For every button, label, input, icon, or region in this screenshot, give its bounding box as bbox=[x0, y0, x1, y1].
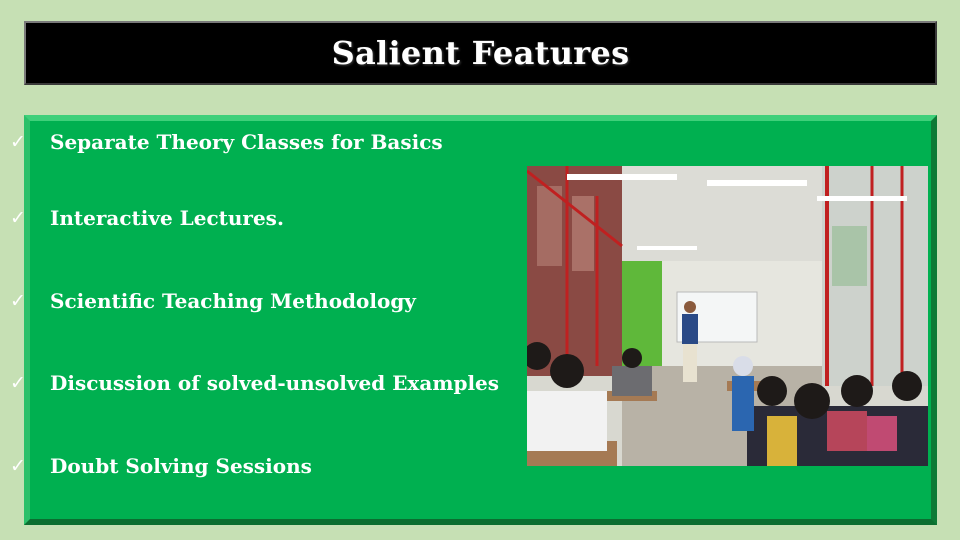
feature-label: Discussion of solved-unsolved Examples bbox=[50, 371, 500, 395]
feature-item: ✓ Interactive Lectures. bbox=[10, 206, 284, 230]
checkmark-icon: ✓ bbox=[10, 207, 26, 229]
feature-item: ✓ Separate Theory Classes for Basics bbox=[10, 130, 443, 154]
slide-title: Salient Features bbox=[331, 34, 630, 72]
title-bar: Salient Features bbox=[24, 21, 937, 85]
feature-item: ✓ Doubt Solving Sessions bbox=[10, 454, 312, 478]
feature-item: ✓ Scientific Teaching Methodology bbox=[10, 289, 416, 313]
checkmark-icon: ✓ bbox=[10, 290, 26, 312]
feature-item: ✓ Discussion of solved-unsolved Examples bbox=[10, 371, 499, 395]
checkmark-icon: ✓ bbox=[10, 372, 26, 394]
feature-label: Scientific Teaching Methodology bbox=[50, 289, 416, 313]
feature-label: Interactive Lectures. bbox=[50, 206, 284, 230]
classroom-photo bbox=[527, 166, 928, 466]
checkmark-icon: ✓ bbox=[10, 455, 26, 477]
feature-label: Separate Theory Classes for Basics bbox=[50, 130, 443, 154]
checkmark-icon: ✓ bbox=[10, 131, 26, 153]
feature-label: Doubt Solving Sessions bbox=[50, 454, 312, 478]
